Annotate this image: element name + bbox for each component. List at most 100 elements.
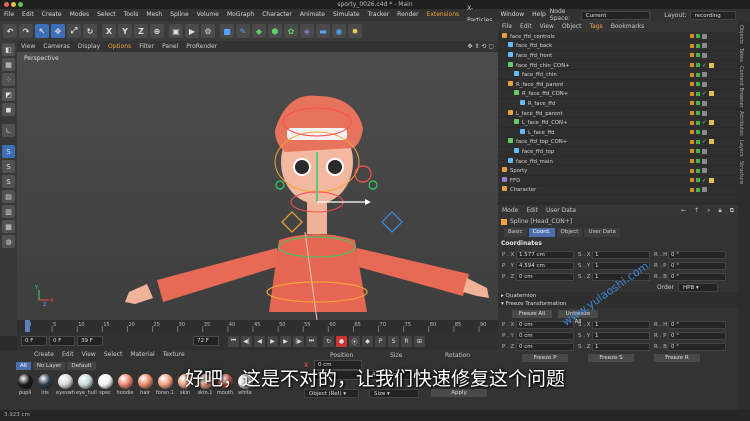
rotate-tool-icon[interactable]: ↻ bbox=[83, 24, 97, 38]
tag-icon[interactable] bbox=[709, 91, 715, 97]
am-menu-user-data[interactable]: User Data bbox=[542, 205, 580, 216]
tag-icon[interactable] bbox=[702, 187, 707, 193]
next-key-icon[interactable]: |▶ bbox=[293, 335, 304, 347]
tag-icon[interactable] bbox=[709, 177, 715, 183]
visibility-dot-icon[interactable] bbox=[690, 111, 694, 116]
render-dot-icon[interactable] bbox=[696, 34, 700, 39]
side-tab-content-browser[interactable]: Content Browser bbox=[738, 66, 744, 108]
end-frame-field[interactable]: 72 F bbox=[193, 336, 219, 346]
search-icon[interactable]: ⌕ bbox=[703, 205, 714, 216]
workplane-icon[interactable]: ▤ bbox=[2, 190, 15, 203]
am-tab-coord[interactable]: Coord. bbox=[528, 228, 555, 237]
visibility-dot-icon[interactable] bbox=[690, 72, 694, 77]
preview-end-field[interactable]: 39 F bbox=[77, 336, 103, 346]
coord-value-field[interactable]: 1 bbox=[592, 320, 650, 329]
viewport-menu-panel[interactable]: Panel bbox=[158, 41, 182, 52]
previous-key-icon[interactable]: ◀| bbox=[241, 335, 252, 347]
object-menu-bookmarks[interactable]: Bookmarks bbox=[607, 21, 649, 32]
visibility-dot-icon[interactable] bbox=[690, 82, 694, 87]
coord-value-field[interactable]: 1 bbox=[592, 250, 650, 259]
object-menu-edit[interactable]: Edit bbox=[516, 21, 536, 32]
node-space-dropdown[interactable]: Current (Standard/Physical) ▾ bbox=[580, 10, 651, 27]
menu-render[interactable]: Render bbox=[393, 9, 422, 21]
menu-create[interactable]: Create bbox=[38, 9, 66, 21]
object-menu-file[interactable]: File bbox=[498, 21, 516, 32]
object-row[interactable]: face_ffd_chin bbox=[498, 70, 738, 80]
previous-frame-icon[interactable]: ◀ bbox=[254, 335, 265, 347]
am-menu-mode[interactable]: Mode bbox=[498, 205, 522, 216]
scale-tool-icon[interactable]: ⤢ bbox=[67, 24, 81, 38]
tag-icon[interactable] bbox=[702, 148, 707, 154]
viewport-menu-filter[interactable]: Filter bbox=[135, 41, 158, 52]
render-picture-viewer-icon[interactable]: ▶ bbox=[185, 24, 199, 38]
side-tab-layers[interactable]: Layers bbox=[738, 140, 744, 157]
grid-icon[interactable]: ▦ bbox=[2, 220, 15, 233]
key-rotation-icon[interactable]: R bbox=[401, 335, 412, 347]
coord-value-field[interactable]: 0 ° bbox=[668, 331, 726, 340]
start-frame-field[interactable]: 0 F bbox=[49, 336, 75, 346]
visibility-dot-icon[interactable] bbox=[690, 43, 694, 48]
floor-icon[interactable]: ▬ bbox=[316, 24, 330, 38]
snap-settings-icon[interactable]: S bbox=[2, 160, 15, 173]
side-tab-takes[interactable]: Takes bbox=[738, 48, 744, 62]
menu-select[interactable]: Select bbox=[93, 9, 120, 21]
object-row[interactable]: face_ffd_top_CON+ ✓ bbox=[498, 138, 738, 148]
object-menu-object[interactable]: Object bbox=[558, 21, 586, 32]
live-selection-icon[interactable]: ↖ bbox=[35, 24, 49, 38]
visibility-dot-icon[interactable] bbox=[690, 139, 694, 144]
polygons-mode-icon[interactable]: ◼ bbox=[2, 103, 15, 116]
axis-y-button[interactable]: Y bbox=[118, 24, 132, 38]
visibility-dot-icon[interactable] bbox=[690, 120, 694, 125]
viewport-nav-icons[interactable]: ✥ ⇕ ⟲ ▢ bbox=[464, 41, 498, 52]
deformer-icon[interactable]: ◈ bbox=[300, 24, 314, 38]
go-to-end-icon[interactable]: ⏭ bbox=[306, 335, 317, 347]
visibility-dot-icon[interactable] bbox=[690, 159, 694, 164]
up-arrow-icon[interactable]: ↑ bbox=[690, 205, 703, 216]
object-row[interactable]: R_face_ffd_parent bbox=[498, 80, 738, 90]
render-dot-icon[interactable] bbox=[696, 91, 700, 96]
timeline-ruler[interactable]: 051015202530354045505560657075808590 bbox=[17, 320, 498, 332]
tag-icon[interactable] bbox=[702, 81, 707, 87]
tag-icon[interactable] bbox=[702, 33, 707, 39]
side-tab-attributes[interactable]: Attributes bbox=[738, 111, 744, 136]
enabled-check-icon[interactable]: ✓ bbox=[702, 177, 707, 184]
object-menu-tags[interactable]: Tags bbox=[585, 21, 606, 32]
coord-value-field[interactable]: 1 bbox=[592, 331, 650, 340]
coord-value-field[interactable]: 4.594 cm bbox=[516, 261, 574, 270]
render-dot-icon[interactable] bbox=[696, 111, 700, 116]
visibility-dot-icon[interactable] bbox=[690, 130, 694, 135]
tag-icon[interactable] bbox=[702, 52, 707, 58]
object-row[interactable]: L_face_ffd bbox=[498, 128, 738, 138]
play-icon[interactable]: ▶ bbox=[267, 335, 278, 347]
render-settings-icon[interactable]: ⚙ bbox=[201, 24, 215, 38]
freeze-s-button[interactable]: Freeze S bbox=[588, 353, 634, 362]
edges-mode-icon[interactable]: ◩ bbox=[2, 88, 15, 101]
coord-value-field[interactable]: 0 cm bbox=[516, 272, 574, 281]
menu-file[interactable]: File bbox=[0, 9, 18, 21]
axis-mode-icon[interactable]: ∟ bbox=[2, 124, 15, 137]
tag-icon[interactable] bbox=[709, 62, 715, 68]
visibility-dot-icon[interactable] bbox=[690, 149, 694, 154]
tag-icon[interactable] bbox=[702, 100, 707, 106]
freeze-transformation-group[interactable]: ▾ Freeze Transformation bbox=[498, 300, 738, 308]
points-mode-icon[interactable]: ⁘ bbox=[2, 73, 15, 86]
menu-extensions[interactable]: Extensions bbox=[423, 9, 464, 21]
menu-character[interactable]: Character bbox=[258, 9, 296, 21]
object-row[interactable]: face_ffd_main bbox=[498, 157, 738, 167]
render-dot-icon[interactable] bbox=[696, 101, 700, 106]
pen-spline-icon[interactable]: ✎ bbox=[236, 24, 250, 38]
visibility-dot-icon[interactable] bbox=[690, 34, 694, 39]
object-row[interactable]: face_ffd_chin_CON+ ✓ bbox=[498, 61, 738, 71]
new-window-icon[interactable]: ⧉ bbox=[726, 205, 738, 216]
material-menu-view[interactable]: View bbox=[78, 350, 100, 360]
menu-simulate[interactable]: Simulate bbox=[329, 9, 364, 21]
freeze-all-button[interactable]: Freeze All bbox=[512, 309, 552, 318]
axis-x-button[interactable]: X bbox=[102, 24, 116, 38]
tag-icon[interactable] bbox=[702, 158, 707, 164]
visibility-dot-icon[interactable] bbox=[690, 168, 694, 173]
coord-value-field[interactable]: 1.577 cm bbox=[516, 250, 574, 259]
go-to-start-icon[interactable]: ⏮ bbox=[228, 335, 239, 347]
key-position-icon[interactable]: P bbox=[375, 335, 386, 347]
lock-workplane-icon[interactable]: ▥ bbox=[2, 205, 15, 218]
object-row[interactable]: L_face_ffd_CON+ ✓ bbox=[498, 118, 738, 128]
